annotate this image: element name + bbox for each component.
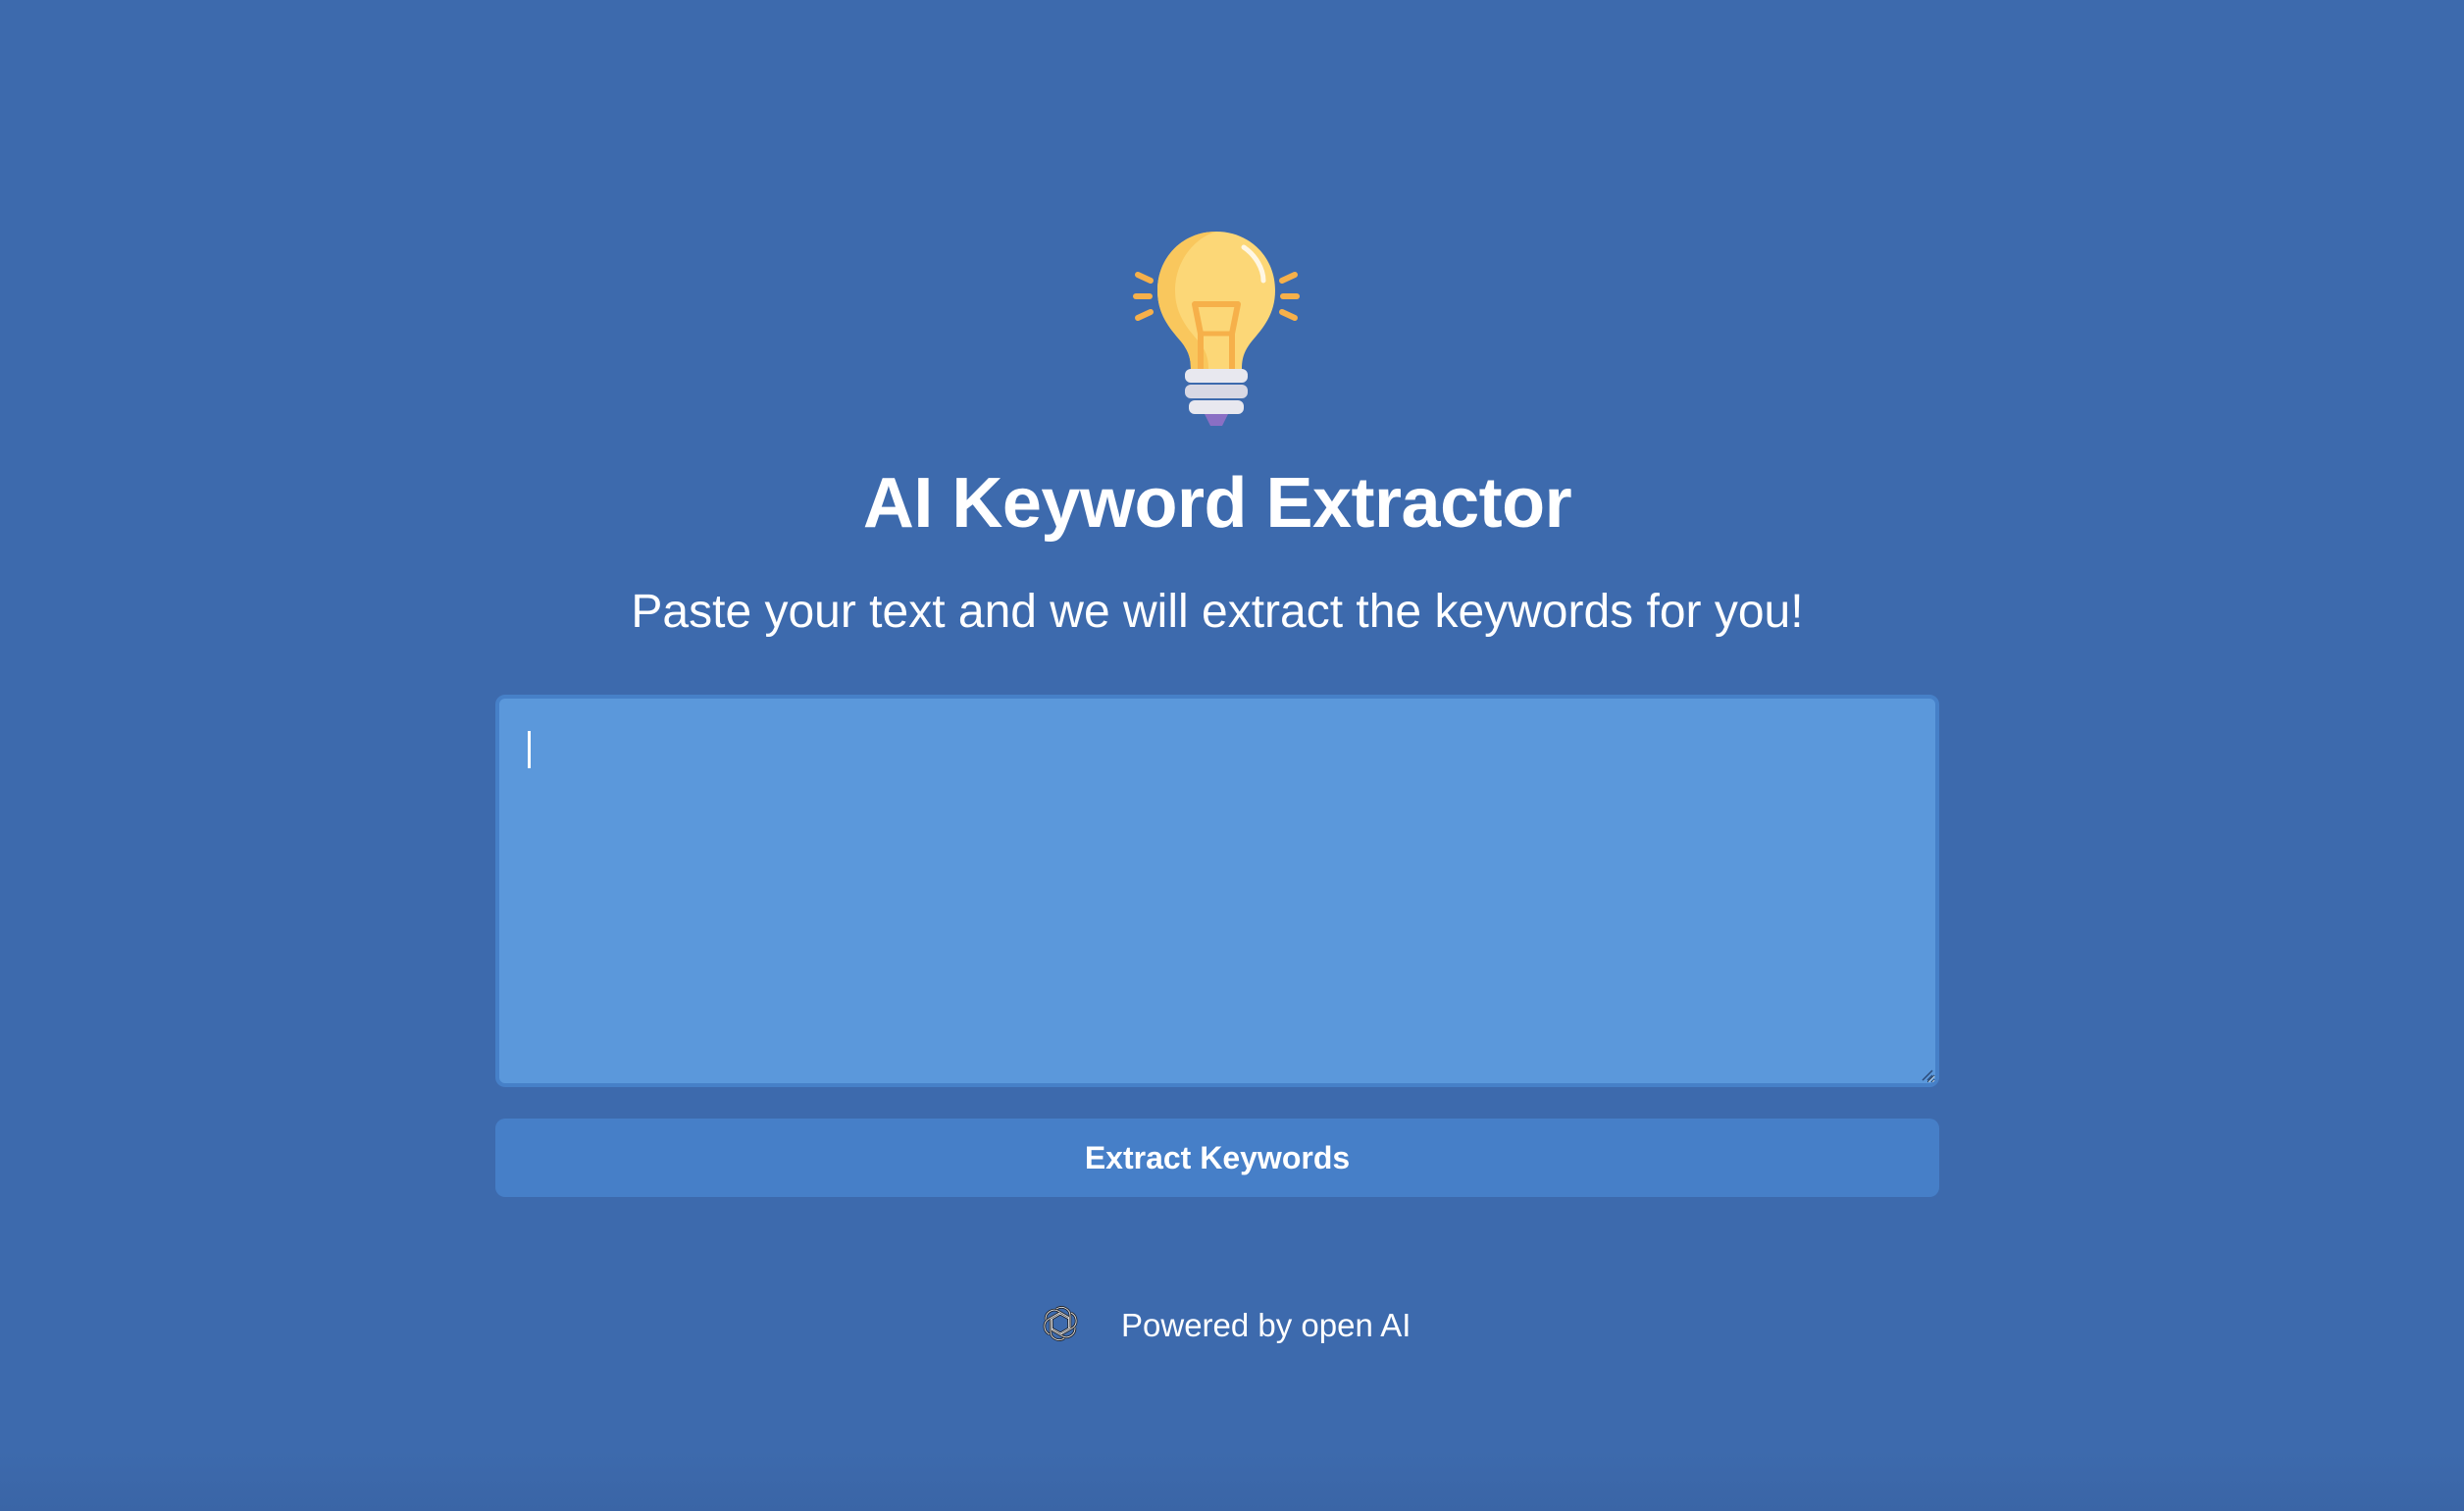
lightbulb-icon: [1118, 226, 1314, 432]
page-title: AI Keyword Extractor: [862, 464, 1572, 543]
resize-handle[interactable]: [1920, 1068, 1933, 1081]
text-cursor: [528, 731, 531, 768]
extract-keywords-button[interactable]: Extract Keywords: [495, 1119, 1939, 1197]
powered-by-text: Powered by open AI: [1121, 1307, 1412, 1343]
main-container: AI Keyword Extractor Paste your text and…: [495, 0, 1939, 1511]
footer: Powered by open AI: [495, 1301, 1939, 1350]
page-subtitle: Paste your text and we will extract the …: [631, 586, 1804, 638]
text-input[interactable]: [495, 695, 1939, 1087]
openai-icon: [1040, 1303, 1081, 1344]
